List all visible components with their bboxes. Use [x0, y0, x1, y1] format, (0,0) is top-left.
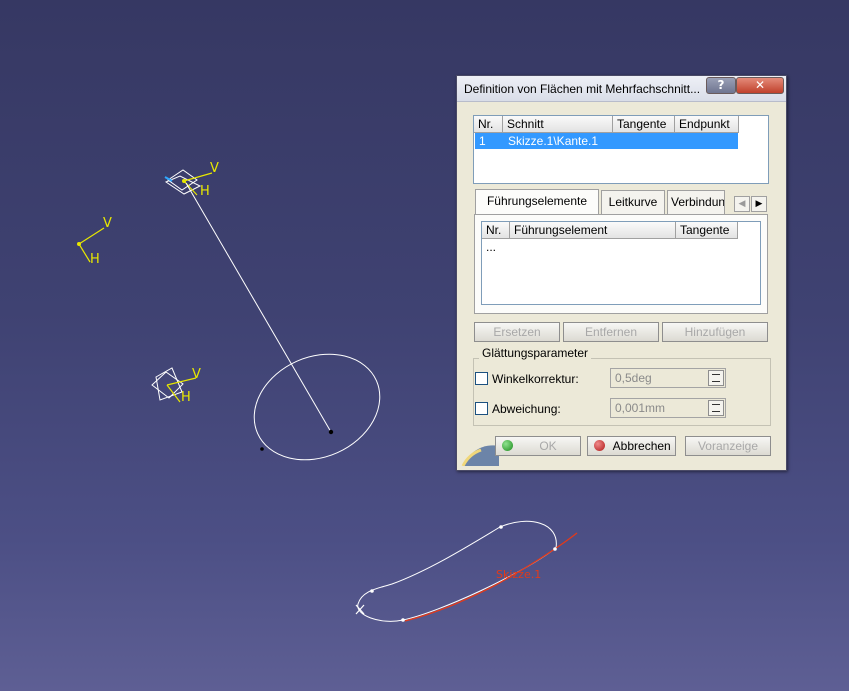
- multi-section-surface-dialog[interactable]: Definition von Flächen mit Mehrfachschni…: [456, 75, 787, 471]
- deviation-value: 0,001mm: [615, 401, 666, 415]
- col-header-endpunkt[interactable]: Endpunkt: [675, 116, 739, 133]
- close-button[interactable]: ✕: [736, 77, 784, 94]
- guides-table[interactable]: Nr. Führungselement Tangente ...: [481, 221, 761, 305]
- tab-leitkurve[interactable]: Leitkurve: [601, 190, 665, 214]
- deviation-checkbox[interactable]: [475, 402, 488, 415]
- row-schnitt: Skizze.1\Kante.1: [508, 134, 599, 148]
- dialog-titlebar[interactable]: Definition von Flächen mit Mehrfachschni…: [457, 76, 786, 102]
- angular-correction-value: 0,5deg: [615, 371, 652, 385]
- dialog-title: Definition von Flächen mit Mehrfachschni…: [464, 82, 701, 96]
- spine-line[interactable]: [185, 182, 332, 433]
- spinner-icon[interactable]: [708, 370, 724, 386]
- axis-h-label-top: H: [200, 184, 210, 199]
- smoothing-group-title: Glättungsparameter: [479, 346, 592, 360]
- cancel-label: Abbrechen: [612, 439, 671, 453]
- axis-v-label-top: V: [210, 161, 219, 176]
- cancel-red-icon: [594, 440, 605, 451]
- col-header-tangente[interactable]: Tangente: [613, 116, 675, 133]
- ok-green-icon: [502, 440, 513, 451]
- col-header-tangente[interactable]: Tangente: [676, 222, 738, 239]
- ok-label: OK: [539, 439, 557, 453]
- add-button[interactable]: Hinzufügen: [662, 322, 768, 342]
- angular-correction-field[interactable]: 0,5deg: [610, 368, 726, 388]
- sections-table[interactable]: Nr. Schnitt Tangente Endpunkt 1 Skizze.1…: [473, 115, 769, 184]
- skizze-curve-label: Skizze.1: [496, 568, 541, 581]
- preview-button[interactable]: Voranzeige: [685, 436, 771, 456]
- tab-fuehrungselemente[interactable]: Führungselemente: [475, 189, 599, 215]
- table-row[interactable]: 1 Skizze.1\Kante.1: [475, 133, 738, 149]
- spinner-icon[interactable]: [708, 400, 724, 416]
- remove-button[interactable]: Entfernen: [563, 322, 659, 342]
- col-header-nr[interactable]: Nr.: [482, 222, 510, 239]
- axis-h-label-left: H: [90, 252, 100, 267]
- deviation-field[interactable]: 0,001mm: [610, 398, 726, 418]
- replace-button[interactable]: Ersetzen: [474, 322, 560, 342]
- tab-scroll-left-icon[interactable]: ◀: [734, 196, 750, 212]
- ok-button[interactable]: OK: [495, 436, 581, 456]
- axis-system-left[interactable]: V H: [77, 216, 112, 267]
- col-header-nr[interactable]: Nr.: [474, 116, 503, 133]
- table-row[interactable]: ...: [486, 239, 496, 255]
- col-header-fuehrungselement[interactable]: Führungselement: [510, 222, 676, 239]
- highlight-edge[interactable]: [404, 532, 578, 622]
- axis-system-middle[interactable]: V H: [151, 367, 201, 405]
- help-button[interactable]: ?: [706, 77, 736, 94]
- deviation-label: Abweichung:: [492, 402, 561, 416]
- tab-panel-fuehrungselemente: Nr. Führungselement Tangente ...: [474, 214, 768, 314]
- axis-v-label-middle: V: [192, 367, 201, 382]
- tab-verbindung[interactable]: Verbindung: [667, 190, 725, 214]
- tab-scroll-right-icon[interactable]: ▶: [751, 196, 767, 212]
- angular-correction-checkbox[interactable]: [475, 372, 488, 385]
- angular-correction-label: Winkelkorrektur:: [492, 372, 579, 386]
- col-header-schnitt[interactable]: Schnitt: [503, 116, 613, 133]
- cancel-button[interactable]: Abbrechen: [587, 436, 676, 456]
- axis-v-label-left: V: [103, 216, 112, 231]
- row-nr: 1: [479, 134, 486, 148]
- axis-h-label-middle: H: [181, 390, 191, 405]
